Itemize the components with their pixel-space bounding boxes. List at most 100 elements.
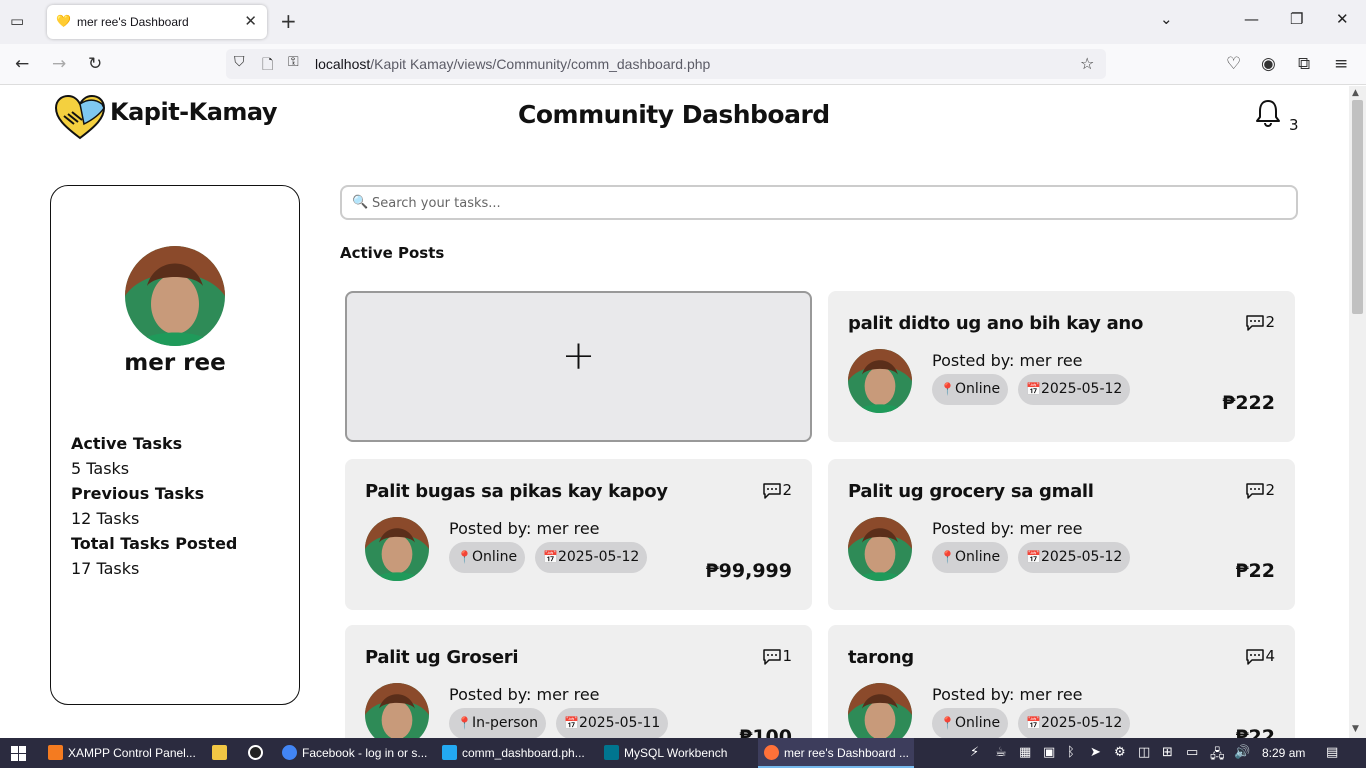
comment-count[interactable]: 2: [762, 481, 792, 499]
post-card[interactable]: Palit bugas sa pikas kay kapoy 2 Posted by…: [345, 459, 812, 610]
mysql-icon: [604, 745, 619, 760]
scrollbar-thumb[interactable]: [1352, 100, 1363, 314]
taskbar-item-explorer[interactable]: [206, 738, 230, 768]
scroll-up-icon[interactable]: ▲: [1352, 88, 1359, 98]
reload-icon[interactable]: ↻: [88, 54, 102, 74]
bookmark-star-icon[interactable]: ☆: [1080, 54, 1094, 73]
vscode-icon: [442, 745, 457, 760]
posted-by: Posted by: mer ree: [932, 351, 1083, 370]
date-badge: 📅2025-05-11: [556, 708, 669, 738]
comment-count[interactable]: 4: [1245, 647, 1275, 665]
price: ₱22: [1235, 560, 1275, 582]
taskbar-item-recorder[interactable]: [242, 738, 266, 768]
price: ₱22: [1235, 726, 1275, 738]
menu-icon[interactable]: ≡: [1334, 54, 1348, 74]
taskbar-item-firefox[interactable]: mer ree's Dashboard ...: [758, 738, 914, 768]
pocket-icon[interactable]: ♡: [1226, 54, 1241, 74]
volume-icon[interactable]: 🔊: [1234, 745, 1250, 760]
post-card[interactable]: Palit ug Groseri 1 Posted by: mer ree 📍In-p…: [345, 625, 812, 738]
close-window-icon[interactable]: ✕: [1336, 10, 1349, 28]
post-title[interactable]: palit didto ug ano bih kay ano: [848, 313, 1143, 334]
pin-icon: 📍: [457, 716, 472, 730]
search-input[interactable]: [372, 192, 1272, 214]
tray-xampp-icon[interactable]: ▣: [1043, 745, 1055, 760]
forward-icon[interactable]: →: [52, 54, 66, 74]
taskbar-item-mysql[interactable]: MySQL Workbench: [598, 738, 754, 768]
post-card[interactable]: tarong 4 Posted by: mer ree 📍Online 📅2025-05…: [828, 625, 1295, 738]
tray-tool-icon[interactable]: ⚙: [1114, 745, 1126, 760]
mode-badge: 📍Online: [932, 374, 1009, 405]
back-icon[interactable]: ←: [15, 54, 29, 74]
page-icon[interactable]: 🗋: [262, 54, 273, 78]
date-badge: 📅2025-05-12: [1018, 374, 1131, 405]
tray-grid-icon[interactable]: ▦: [1019, 745, 1031, 760]
previous-tasks-label: Previous Tasks: [71, 484, 205, 503]
posted-by: Posted by: mer ree: [932, 685, 1083, 704]
pin-icon: 📍: [940, 716, 955, 730]
brand-name[interactable]: Kapit-Kamay: [110, 98, 278, 126]
add-post-button[interactable]: +: [345, 291, 812, 442]
account-icon[interactable]: ◉: [1261, 54, 1276, 74]
avatar: [365, 683, 429, 738]
shield-icon[interactable]: ⛉: [234, 54, 245, 70]
notification-count: 3: [1289, 116, 1299, 134]
browser-tab-bar: ▭ 💛 mer ree's Dashboard ✕ + ⌄ — ❐ ✕: [0, 0, 1366, 44]
date-badge: 📅2025-05-12: [535, 542, 648, 573]
page-content: Kapit-Kamay Community Dashboard 3 mer re…: [0, 86, 1349, 738]
start-button[interactable]: [0, 738, 40, 768]
avatar: [125, 246, 225, 346]
taskbar-item-vscode[interactable]: comm_dashboard.ph...: [436, 738, 592, 768]
network-icon[interactable]: 🖧: [1210, 745, 1225, 767]
tray-windows-icon[interactable]: ⊞: [1162, 745, 1173, 760]
extensions-icon[interactable]: ⧉: [1298, 54, 1310, 74]
folder-icon: [212, 745, 227, 760]
minimize-icon[interactable]: —: [1244, 10, 1259, 28]
post-card[interactable]: Palit ug grocery sa gmall 2 Posted by: mer…: [828, 459, 1295, 610]
xampp-icon: [48, 745, 63, 760]
close-tab-icon[interactable]: ✕: [244, 12, 257, 30]
browser-tab-active[interactable]: 💛 mer ree's Dashboard ✕: [47, 5, 267, 39]
comment-count[interactable]: 2: [1245, 481, 1275, 499]
clock[interactable]: 8:29 am: [1262, 738, 1305, 768]
taskbar-item-chrome[interactable]: Facebook - log in or s...: [276, 738, 432, 768]
url-bar[interactable]: ⛉ 🗋 ⚿ localhost/Kapit Kamay/views/Commun…: [226, 49, 1106, 79]
post-title[interactable]: Palit bugas sa pikas kay kapoy: [365, 481, 668, 502]
post-card[interactable]: palit didto ug ano bih kay ano 2 Posted by…: [828, 291, 1295, 442]
taskbar-item-xampp[interactable]: XAMPP Control Panel...: [42, 738, 198, 768]
comment-icon: [1245, 313, 1265, 331]
post-title[interactable]: Palit ug Groseri: [365, 647, 519, 668]
restore-icon[interactable]: ❐: [1290, 10, 1303, 28]
page-scrollbar[interactable]: ▲ ▼: [1349, 86, 1366, 738]
calendar-icon: 📅: [1026, 550, 1041, 564]
pin-icon: 📍: [457, 550, 472, 564]
windows-icon: [11, 746, 26, 761]
calendar-icon: 📅: [1026, 716, 1041, 730]
calendar-icon: 📅: [564, 716, 579, 730]
tray-app-icon[interactable]: ⚡: [970, 745, 979, 760]
bluetooth-icon[interactable]: ᛒ: [1067, 745, 1075, 760]
camera-icon[interactable]: ◫: [1138, 745, 1150, 760]
browser-nav-bar: ← → ↻ ⛉ 🗋 ⚿ localhost/Kapit Kamay/views/…: [0, 44, 1366, 85]
tab-list-icon[interactable]: ▭: [10, 12, 30, 32]
key-icon[interactable]: ⚿: [288, 54, 299, 70]
total-tasks-label: Total Tasks Posted: [71, 534, 238, 553]
comment-icon: [1245, 481, 1265, 499]
display-icon[interactable]: ▭: [1186, 745, 1198, 760]
comment-count[interactable]: 1: [762, 647, 792, 665]
pin-icon: 📍: [940, 382, 955, 396]
tray-coffee-icon[interactable]: ☕: [995, 745, 1007, 760]
post-title[interactable]: tarong: [848, 647, 914, 668]
scroll-down-icon[interactable]: ▼: [1352, 724, 1359, 734]
comment-icon: [1245, 647, 1265, 665]
profile-card: mer ree Active Tasks 5 Tasks Previous Ta…: [50, 185, 300, 705]
post-title[interactable]: Palit ug grocery sa gmall: [848, 481, 1094, 502]
comment-count[interactable]: 2: [1245, 313, 1275, 331]
chevron-down-icon[interactable]: ⌄: [1160, 10, 1173, 28]
cursor-icon[interactable]: ➤: [1090, 745, 1101, 760]
section-title: Active Posts: [340, 244, 445, 262]
notification-center-icon[interactable]: ▤: [1326, 745, 1338, 760]
pin-icon: 📍: [940, 550, 955, 564]
bell-icon[interactable]: [1253, 98, 1283, 128]
calendar-icon: 📅: [1026, 382, 1041, 396]
new-tab-icon[interactable]: +: [280, 9, 297, 33]
